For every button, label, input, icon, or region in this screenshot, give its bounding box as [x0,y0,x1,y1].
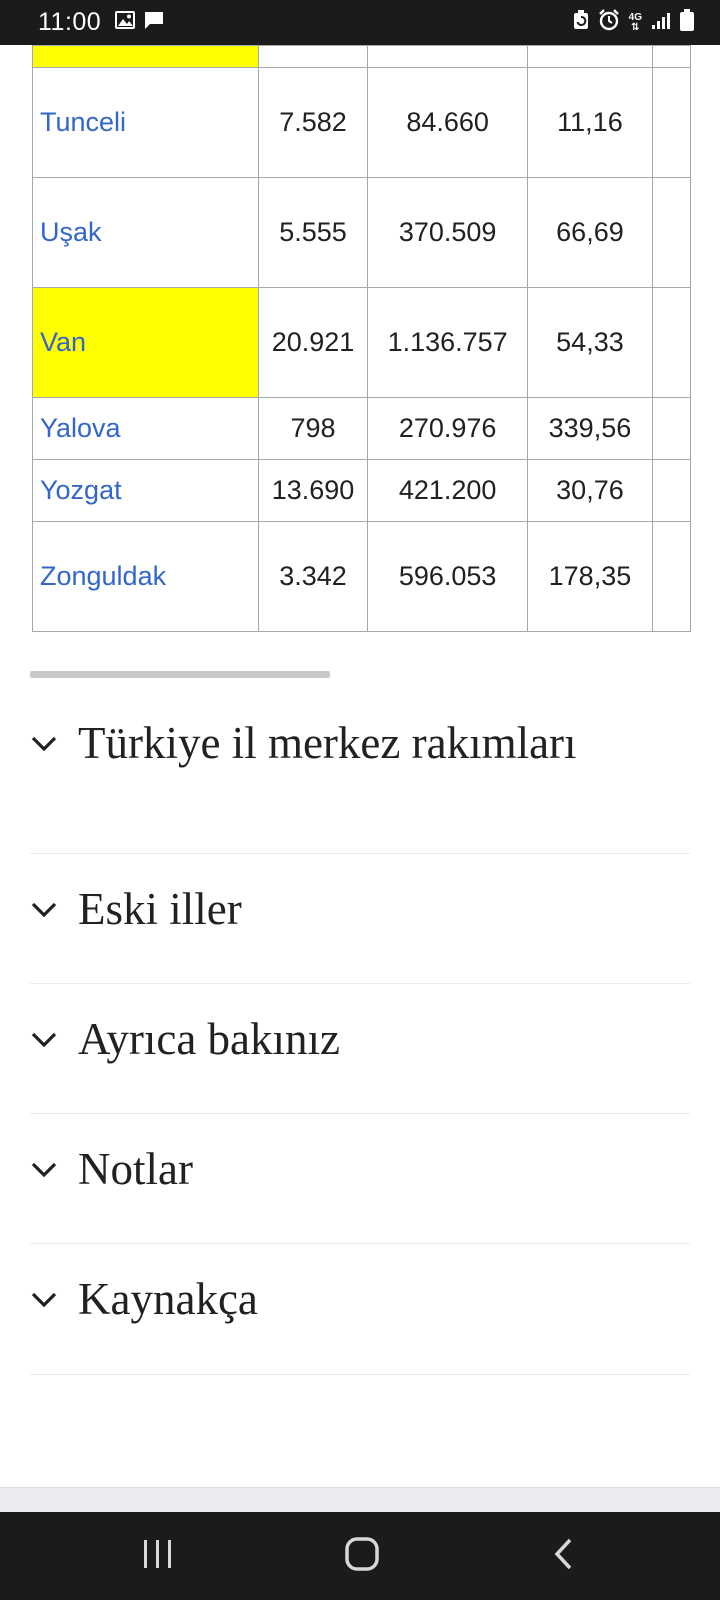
section-header[interactable]: Notlar [30,1114,690,1244]
chevron-down-icon [30,714,78,772]
message-icon [143,10,165,35]
section-title: Eski iller [78,884,242,934]
population-cell: 370.509 [366,177,529,288]
table-row: Uşak 5.555 370.509 66,69 [32,177,691,288]
provinces-table: Tunceli 7.582 84.660 11,16 Uşak 5.555 370.509 6… [32,45,691,632]
home-icon [344,1536,380,1577]
recents-button[interactable] [128,1534,188,1578]
chevron-down-icon [30,1270,78,1328]
table-row: Tunceli 7.582 84.660 11,16 [32,67,691,178]
section-header[interactable]: Ayrıca bakınız [30,984,690,1114]
section-title: Notlar [78,1144,193,1194]
horizontal-scrollbar[interactable] [30,671,330,678]
density-cell: 178,35 [527,521,653,632]
province-name-link[interactable]: Yalova [32,397,260,460]
extra-cell [651,67,691,178]
chevron-down-icon [30,1010,78,1068]
battery-icon [680,9,694,36]
section-title: Ayrıca bakınız [78,1014,341,1064]
extra-cell [651,287,691,398]
area-cell: 7.582 [258,67,368,178]
province-name-link[interactable]: Tunceli [32,67,260,178]
section-header[interactable]: Kaynakça [30,1244,690,1375]
density-cell: 11,16 [527,67,653,178]
back-icon [551,1537,577,1576]
network-label: 4G [628,11,642,23]
extra-cell [651,459,691,522]
table-row: Van 20.921 1.136.757 54,33 [32,287,691,398]
battery-saver-icon [573,10,589,35]
image-icon [115,11,136,34]
extra-cell [651,45,691,68]
area-cell: 20.921 [258,287,368,398]
population-cell: 84.660 [366,67,529,178]
status-bar: 11:00 4G ⇅ [0,0,720,45]
recents-icon [141,1538,175,1575]
density-cell: 54,33 [527,287,653,398]
section-header[interactable]: Türkiye il merkez rakımları [30,712,690,854]
population-cell: 421.200 [366,459,529,522]
extra-cell [651,177,691,288]
area-cell: 13.690 [258,459,368,522]
province-name-link[interactable]: Yozgat [32,459,260,522]
area-cell: 3.342 [258,521,368,632]
population-cell [366,45,529,68]
signal-icon [651,10,671,35]
section-title: Kaynakça [78,1274,258,1324]
province-name-link [32,45,260,68]
provinces-table-container[interactable]: Tunceli 7.582 84.660 11,16 Uşak 5.555 370.509 6… [32,45,691,645]
collapsible-sections: Türkiye il merkez rakımları Eski iller Ayr… [30,712,690,1375]
status-time: 11:00 [38,8,102,36]
area-cell: 5.555 [258,177,368,288]
density-cell: 30,76 [527,459,653,522]
extra-cell [651,397,691,460]
network-4g-icon: 4G ⇅ [628,11,642,33]
extra-cell [651,521,691,632]
table-row: Zonguldak 3.342 596.053 178,35 [32,521,691,632]
chevron-down-icon [30,880,78,938]
density-cell: 339,56 [527,397,653,460]
home-button[interactable] [332,1534,392,1578]
population-cell: 270.976 [366,397,529,460]
population-cell: 1.136.757 [366,287,529,398]
area-cell [258,45,368,68]
density-cell: 66,69 [527,177,653,288]
province-name-link[interactable]: Van [32,287,260,398]
table-row: Yalova 798 270.976 339,56 [32,397,691,460]
area-cell: 798 [258,397,368,460]
section-title: Türkiye il merkez rakımları [78,718,577,768]
alarm-icon [598,9,620,36]
population-cell: 596.053 [366,521,529,632]
chevron-down-icon [30,1140,78,1198]
density-cell [527,45,653,68]
back-button[interactable] [534,1534,594,1578]
page-footer-band [0,1487,720,1513]
section-header[interactable]: Eski iller [30,854,690,984]
province-name-link[interactable]: Zonguldak [32,521,260,632]
province-name-link[interactable]: Uşak [32,177,260,288]
table-row [32,45,691,68]
table-row: Yozgat 13.690 421.200 30,76 [32,459,691,522]
navigation-bar [0,1512,720,1600]
